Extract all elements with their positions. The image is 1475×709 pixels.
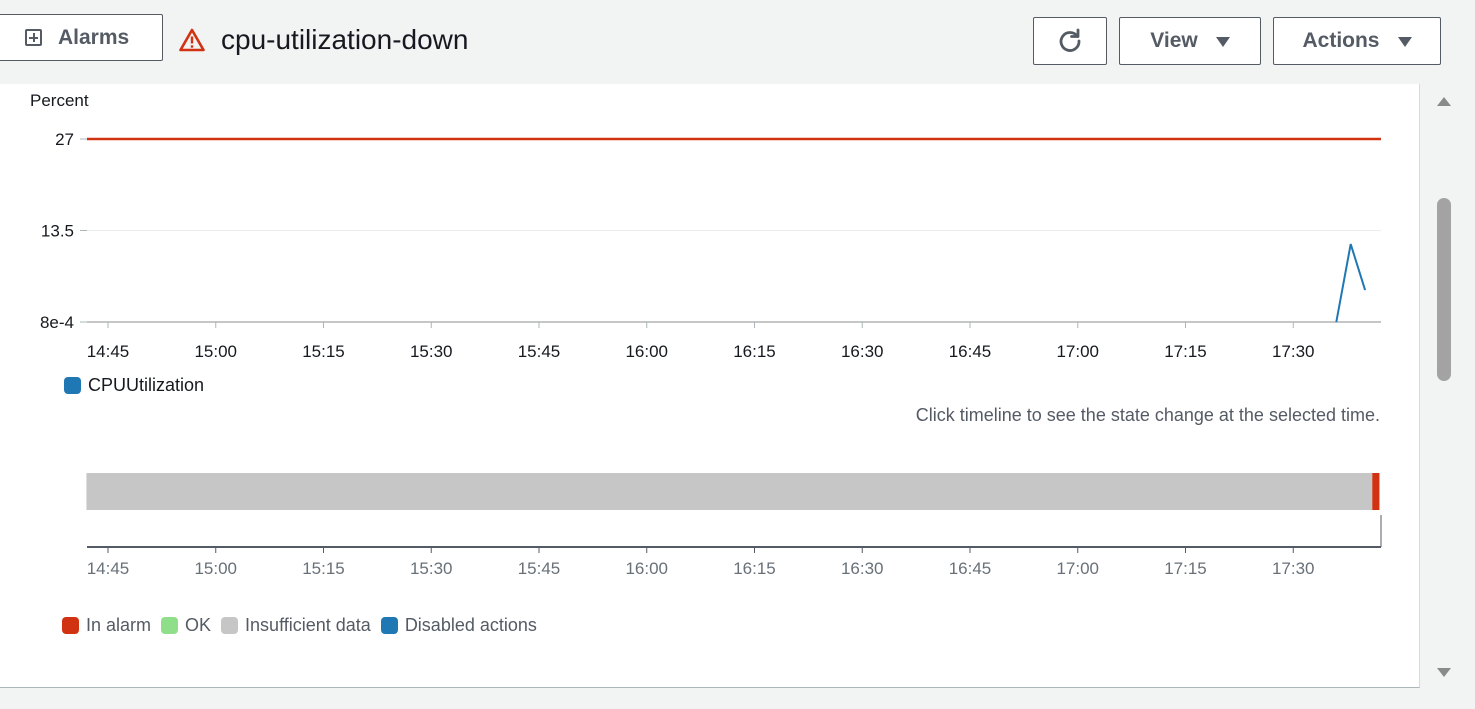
x-tick-label: 16:00 bbox=[625, 342, 668, 361]
x-tick-label: 15:00 bbox=[194, 342, 237, 361]
scrollbar-thumb[interactable] bbox=[1437, 198, 1451, 381]
x-tick-label: 17:30 bbox=[1272, 342, 1315, 361]
series-legend-label: CPUUtilization bbox=[88, 375, 205, 395]
y-tick-label: 13.5 bbox=[41, 222, 74, 241]
legend-swatch bbox=[221, 617, 239, 634]
alarms-button[interactable]: Alarms bbox=[0, 14, 163, 61]
timeline-legend-item: Insufficient data bbox=[221, 615, 371, 636]
timeline-legend-label: Insufficient data bbox=[245, 615, 371, 635]
timeline-tick-label: 15:30 bbox=[410, 559, 453, 578]
timeline-tick-label: 16:45 bbox=[949, 559, 992, 578]
view-button-label: View bbox=[1150, 29, 1198, 52]
timeline-tick-label: 15:15 bbox=[302, 559, 345, 578]
state-timeline[interactable]: 14:45 15:00 15:15 15:30 15:45 16:00 16:15 16:30… bbox=[0, 460, 1419, 585]
x-tick-label: 15:45 bbox=[518, 342, 561, 361]
y-tick-label: 8e-4 bbox=[40, 313, 74, 332]
y-tick-label: 27 bbox=[55, 130, 74, 149]
timeline-tick-label: 15:45 bbox=[518, 559, 561, 578]
x-tick-label: 16:30 bbox=[841, 342, 884, 361]
actions-dropdown-button[interactable]: Actions bbox=[1273, 17, 1441, 65]
timeline-legend-item: OK bbox=[161, 615, 211, 636]
series-swatch bbox=[64, 377, 81, 394]
x-tick-label: 16:15 bbox=[733, 342, 776, 361]
x-tick-label: 15:30 bbox=[410, 342, 453, 361]
timeline-legend-item: In alarm bbox=[62, 615, 151, 636]
timeline-tick-label: 16:00 bbox=[625, 559, 668, 578]
timeline-tick-label: 16:30 bbox=[841, 559, 884, 578]
refresh-button[interactable] bbox=[1033, 17, 1107, 65]
series-line bbox=[1335, 243, 1367, 323]
x-tick-label: 14:45 bbox=[87, 342, 130, 361]
x-tick-label: 16:45 bbox=[949, 342, 992, 361]
timeline-legend-label: OK bbox=[185, 615, 212, 635]
header-bar: Alarms cpu-utilization-down View Actions bbox=[0, 0, 1475, 84]
legend-swatch bbox=[161, 617, 179, 634]
timeline-state-segment[interactable] bbox=[86, 473, 1373, 510]
x-tick-label: 15:15 bbox=[302, 342, 345, 361]
timeline-tick-label: 17:15 bbox=[1164, 559, 1207, 578]
chart-legend-item[interactable]: CPUUtilization bbox=[64, 375, 204, 396]
timeline-state-segment[interactable] bbox=[1372, 473, 1380, 510]
legend-swatch bbox=[62, 617, 79, 634]
caret-down-icon bbox=[1215, 37, 1230, 47]
scroll-up-arrow-icon[interactable] bbox=[1437, 97, 1451, 106]
alarm-title: cpu-utilization-down bbox=[179, 22, 468, 58]
timeline-legend: In alarm OK Insufficient data Disabled acti… bbox=[62, 615, 537, 636]
metric-chart: Percent 27 13.5 8e-4 14:45 15:00 15:15 15:30 15:… bbox=[30, 91, 1381, 361]
x-tick-label: 17:15 bbox=[1164, 342, 1207, 361]
legend-swatch bbox=[380, 617, 398, 634]
scroll-down-arrow-icon[interactable] bbox=[1437, 668, 1451, 677]
caret-down-icon bbox=[1397, 37, 1412, 47]
timeline-legend-label: Disabled actions bbox=[404, 615, 537, 635]
timeline-tick-label: 16:15 bbox=[733, 559, 776, 578]
timeline-tick-label: 17:00 bbox=[1056, 559, 1099, 578]
page-title: cpu-utilization-down bbox=[221, 24, 469, 55]
y-axis-label: Percent bbox=[30, 91, 89, 110]
actions-button-label: Actions bbox=[1302, 29, 1380, 52]
timeline-legend-item: Disabled actions bbox=[380, 615, 537, 636]
refresh-icon bbox=[1059, 28, 1081, 52]
timeline-tick-label: 15:00 bbox=[194, 559, 237, 578]
plus-square-icon bbox=[25, 29, 42, 46]
warning-triangle-icon bbox=[179, 28, 205, 52]
x-tick-label: 17:00 bbox=[1056, 342, 1099, 361]
scrollbar-track[interactable] bbox=[1432, 84, 1454, 694]
alarms-button-label: Alarms bbox=[58, 25, 130, 49]
timeline-tick-label: 14:45 bbox=[87, 559, 130, 578]
timeline-hint: Click timeline to see the state change a… bbox=[915, 405, 1380, 425]
timeline-tick-label: 17:30 bbox=[1272, 559, 1315, 578]
timeline-legend-label: In alarm bbox=[86, 615, 152, 635]
view-dropdown-button[interactable]: View bbox=[1119, 17, 1261, 65]
